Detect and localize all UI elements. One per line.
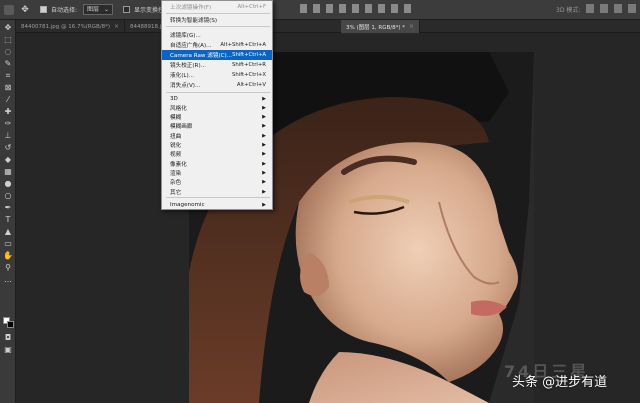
dodge-tool-icon[interactable]: ○ [3,192,13,200]
submenu-arrow-icon: ▶ [262,123,266,130]
hand-tool-icon[interactable]: ✋ [3,252,13,260]
menu-item-liquify[interactable]: 液化(L)... Shift+Ctrl+X [162,70,272,80]
frame-tool-icon[interactable]: ⊠ [3,84,13,92]
menu-item-filter-gallery[interactable]: 滤镜库(G)... [162,30,272,40]
menu-separator [166,197,270,198]
distribute-icon[interactable] [352,4,359,13]
more-tools-icon[interactable]: … [3,276,13,284]
clone-stamp-tool-icon[interactable]: ⊥ [3,132,13,140]
menu-item-lens-correction[interactable]: 镜头校正(R)... Shift+Ctrl+R [162,60,272,70]
menu-item-submenu[interactable]: 模糊画廊 ▶ [162,122,272,131]
3d-roll-icon[interactable] [600,4,608,13]
3d-rotate-icon[interactable] [586,4,594,13]
submenu-arrow-icon: ▶ [262,202,266,208]
filter-menu: 上次滤镜操作(F) Alt+Ctrl+F 转换为智能滤镜(S) 滤镜库(G)..… [161,0,273,210]
watermark-text: 头条 @进步有道 [512,375,608,390]
brush-tool-icon[interactable]: ✑ [3,120,13,128]
tools-panel: ✥ ⬚ ◌ ✎ ⌗ ⊠ ⁄ ✚ ✑ ⊥ ↺ ◆ ▦ ● ○ ✒ T ▲ ▭ ✋ … [0,20,16,403]
submenu-arrow-icon: ▶ [262,95,266,102]
marquee-tool-icon[interactable]: ⬚ [3,36,13,44]
menu-item-submenu[interactable]: 3D ▶ [162,94,272,103]
path-select-tool-icon[interactable]: ▲ [3,228,13,236]
home-icon[interactable] [4,4,14,15]
close-icon[interactable]: × [409,23,414,30]
chevron-down-icon: ⌄ [104,6,110,13]
distribute-icon[interactable] [339,4,346,13]
tab-document-active[interactable]: 3% (图层 1, RGB/8*) * × [341,20,421,33]
document-tabs: 84400781.jpg @ 16.7%(RGB/8*) × 84488918.… [16,20,640,33]
history-brush-tool-icon[interactable]: ↺ [3,144,13,152]
menu-item-submenu[interactable]: 像素化 ▶ [162,159,272,168]
distribute-icon[interactable] [391,4,398,13]
menu-item-submenu[interactable]: 渲染 ▶ [162,168,272,177]
rectangle-tool-icon[interactable]: ▭ [3,240,13,248]
submenu-arrow-icon: ▶ [262,142,266,148]
submenu-arrow-icon: ▶ [262,151,266,158]
submenu-arrow-icon: ▶ [262,132,266,139]
menu-item-submenu[interactable]: 视频 ▶ [162,150,272,159]
distribute-icon[interactable] [326,4,333,13]
menu-item-submenu[interactable]: 模糊 ▶ [162,113,272,122]
crop-tool-icon[interactable]: ⌗ [3,72,13,80]
3d-slide-icon[interactable] [628,4,636,13]
distribute-icon[interactable] [300,4,307,13]
lasso-tool-icon[interactable]: ◌ [3,48,13,56]
menu-item-submenu[interactable]: 扭曲 ▶ [162,131,272,140]
auto-select-checkbox[interactable] [40,6,47,13]
distribute-icon[interactable] [365,4,372,13]
close-icon[interactable]: × [114,23,119,30]
background-color-swatch[interactable] [7,321,14,328]
submenu-arrow-icon: ▶ [262,104,266,111]
move-tool-icon[interactable]: ✥ [20,5,30,15]
submenu-arrow-icon: ▶ [262,179,266,186]
eyedropper-tool-icon[interactable]: ⁄ [3,96,13,104]
menu-item-submenu[interactable]: 其它 ▶ [162,187,272,196]
menu-item-submenu[interactable]: 杂色 ▶ [162,178,272,187]
submenu-arrow-icon: ▶ [262,169,266,176]
quick-mask-icon[interactable]: ◘ [3,334,13,342]
gradient-tool-icon[interactable]: ▦ [3,168,13,176]
blur-tool-icon[interactable]: ● [3,180,13,188]
distribute-icon[interactable] [378,4,385,13]
menu-separator [166,26,270,27]
auto-select-dropdown[interactable]: 图层 ⌄ [83,4,114,15]
submenu-arrow-icon: ▶ [262,188,266,195]
tab-document-1[interactable]: 84400781.jpg @ 16.7%(RGB/8*) × [16,20,126,33]
3d-pan-icon[interactable] [614,4,622,13]
show-transform-checkbox[interactable] [123,6,131,13]
submenu-arrow-icon: ▶ [262,114,266,121]
menu-item-last-filter: 上次滤镜操作(F) Alt+Ctrl+F [170,4,266,11]
menu-item-vanishing-point[interactable]: 消失点(V)... Alt+Ctrl+V [162,80,272,90]
menu-item-convert-smart-filters[interactable]: 转换为智能滤镜(S) [162,15,272,25]
more-icon[interactable] [404,4,411,13]
menu-separator [166,92,270,93]
3d-mode-buttons [586,4,636,13]
menu-item-imagenomic[interactable]: Imagenomic ▶ [162,200,272,210]
menu-item-submenu[interactable]: 锐化 ▶ [162,141,272,150]
menu-item-adaptive-wide-angle[interactable]: 自适应广角(A)... Alt+Shift+Ctrl+A [162,40,272,50]
3d-mode-label: 3D 模式: [556,7,581,14]
distribute-icon[interactable] [313,4,320,13]
pen-tool-icon[interactable]: ✒ [3,204,13,212]
screen-mode-icon[interactable]: ▣ [3,346,13,354]
type-tool-icon[interactable]: T [3,216,13,224]
eraser-tool-icon[interactable]: ◆ [3,156,13,164]
menu-separator [166,13,270,14]
menu-item-camera-raw-filter[interactable]: Camera Raw 滤镜(C)... Shift+Ctrl+A [162,50,272,60]
auto-select-label: 自动选择: [51,7,78,14]
healing-brush-tool-icon[interactable]: ✚ [3,108,13,116]
distribute-buttons [300,4,411,13]
zoom-tool-icon[interactable]: ⚲ [3,264,13,272]
quick-select-tool-icon[interactable]: ✎ [3,60,13,68]
submenu-arrow-icon: ▶ [262,160,266,167]
menu-item-submenu[interactable]: 风格化 ▶ [162,103,272,112]
move-tool-icon[interactable]: ✥ [3,24,13,32]
